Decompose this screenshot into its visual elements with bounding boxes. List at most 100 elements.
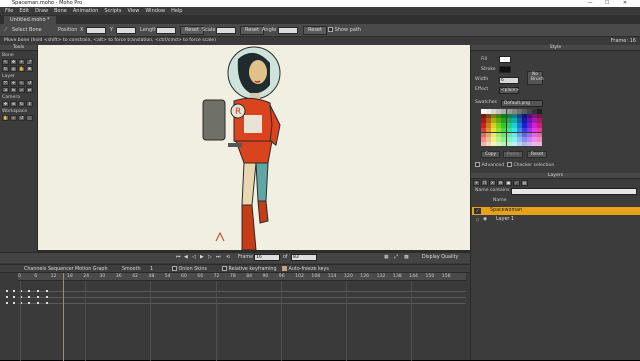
auto-freeze-toggle[interactable]: Auto-freeze keys: [282, 266, 329, 273]
flip-layer-tool-icon[interactable]: ⇋: [10, 87, 17, 93]
show-path-toggle[interactable]: Show path: [328, 27, 361, 34]
bone-strength-tool-icon[interactable]: ◎: [10, 66, 17, 72]
lock-layer-icon[interactable]: ▤: [521, 180, 528, 186]
relative-keyframing-toggle[interactable]: Relative keyframing: [222, 266, 277, 273]
shear-layer-tool-icon[interactable]: ▱: [18, 87, 25, 93]
keyframe[interactable]: [37, 296, 39, 298]
go-to-end-icon[interactable]: ⏭: [216, 255, 220, 261]
add-bone-tool-icon[interactable]: +: [18, 59, 25, 65]
width-input[interactable]: 6: [499, 77, 519, 84]
minimize-button[interactable]: —: [583, 0, 597, 7]
layer-search-input[interactable]: [511, 188, 637, 195]
menu-edit[interactable]: Edit: [19, 8, 29, 14]
go-to-start-icon[interactable]: ⏮: [176, 255, 180, 261]
grid-icon[interactable]: ▩: [404, 255, 409, 261]
keyframe[interactable]: [13, 296, 15, 298]
reset-angle-button[interactable]: Reset: [303, 26, 327, 35]
manipulate-bones-tool-icon[interactable]: ✋: [18, 66, 25, 72]
play-icon[interactable]: ▶: [200, 255, 204, 261]
rotate-bone-tool-icon[interactable]: ↻: [2, 66, 9, 72]
angle-input[interactable]: [278, 27, 298, 34]
bind-layer-tool-icon[interactable]: ⌘: [26, 66, 33, 72]
palette-swatch[interactable]: [537, 141, 543, 147]
reset-scale-button[interactable]: Reset: [240, 26, 264, 35]
rotate-layer-tool-icon[interactable]: ↺: [26, 80, 33, 86]
tab-channels[interactable]: Channels: [24, 266, 46, 273]
playhead[interactable]: [63, 273, 64, 361]
display-quality-label[interactable]: Display Quality: [422, 255, 458, 261]
stage-canvas[interactable]: R: [38, 45, 470, 251]
keyframe[interactable]: [13, 302, 15, 304]
layer-settings-icon[interactable]: ⚙: [497, 180, 504, 186]
keyframe[interactable]: [6, 290, 8, 292]
keyframe[interactable]: [28, 290, 30, 292]
menu-animation[interactable]: Animation: [73, 8, 99, 14]
swatches-select[interactable]: Default.png: [501, 100, 543, 107]
menu-bone[interactable]: Bone: [54, 8, 67, 14]
keyframe[interactable]: [6, 302, 8, 304]
reparent-bone-tool-icon[interactable]: ⤴: [26, 59, 33, 65]
rotate-workspace-tool-icon[interactable]: ↺: [18, 115, 25, 121]
orbit-workspace-tool-icon[interactable]: ◌: [26, 115, 33, 121]
select-bone-tool-icon[interactable]: ↖: [2, 59, 9, 65]
copy-style-button[interactable]: Copy: [481, 151, 501, 158]
reset-style-button[interactable]: Reset: [527, 151, 548, 158]
interpolation-value[interactable]: 1: [150, 266, 153, 273]
frame-ruler[interactable]: 0 6 12 18 24 30 36 42 48 54 60 66 72 78 84 90 96 102 108 11…: [18, 273, 466, 281]
tab-motion-graph[interactable]: Motion Graph: [75, 266, 108, 273]
menu-help[interactable]: Help: [171, 8, 182, 14]
zoom-camera-tool-icon[interactable]: ⊕: [10, 101, 17, 107]
stroke-color-swatch[interactable]: [499, 66, 511, 73]
layer-row-layer1[interactable]: ⬡ ◉ Layer 1: [472, 216, 640, 224]
keyframe[interactable]: [6, 296, 8, 298]
keyframe[interactable]: [28, 296, 30, 298]
keyframe[interactable]: [28, 302, 30, 304]
auto-freeze-checkbox[interactable]: [282, 266, 287, 271]
maximize-button[interactable]: ☐: [600, 0, 614, 7]
advanced-toggle[interactable]: Advanced: [475, 162, 504, 169]
bone-layer-icon[interactable]: ⟋: [513, 180, 520, 186]
keyframe[interactable]: [46, 302, 48, 304]
position-x-input[interactable]: [86, 27, 106, 34]
keyframe[interactable]: [13, 290, 15, 292]
reset-position-button[interactable]: Reset: [180, 26, 204, 35]
set-origin-tool-icon[interactable]: ✛: [10, 80, 17, 86]
keyframe[interactable]: [46, 296, 48, 298]
interpolation-select[interactable]: Smooth: [122, 266, 141, 273]
keyframe[interactable]: [46, 290, 48, 292]
layer-visibility-icon[interactable]: ◉: [483, 216, 487, 224]
fill-color-swatch[interactable]: [499, 56, 511, 63]
current-frame-input[interactable]: 16: [254, 254, 280, 261]
roll-camera-tool-icon[interactable]: ↻: [18, 101, 25, 107]
close-button[interactable]: ✕: [618, 0, 632, 7]
checker-selection-toggle[interactable]: Checker selection: [507, 162, 554, 169]
step-forward-icon[interactable]: ▷: [208, 255, 212, 261]
onion-skins-checkbox[interactable]: [172, 266, 177, 271]
layer-row-spacewoman[interactable]: ⟋ Spacewoman: [472, 207, 640, 215]
scale-input[interactable]: [216, 27, 236, 34]
translate-bone-tool-icon[interactable]: ✥: [10, 59, 17, 65]
menu-window[interactable]: Window: [145, 8, 165, 14]
relative-keyframing-checkbox[interactable]: [222, 266, 227, 271]
new-layer-icon[interactable]: +: [473, 180, 480, 186]
checker-selection-checkbox[interactable]: [507, 162, 512, 167]
length-input[interactable]: [156, 27, 176, 34]
delete-layer-icon[interactable]: ✕: [489, 180, 496, 186]
zoom-workspace-tool-icon[interactable]: ⌕: [10, 115, 17, 121]
menu-file[interactable]: File: [5, 8, 13, 14]
tab-sequencer[interactable]: Sequencer: [48, 266, 74, 273]
step-back-icon[interactable]: ◀: [184, 255, 188, 261]
advanced-checkbox[interactable]: [475, 162, 480, 167]
show-path-checkbox[interactable]: [328, 27, 333, 32]
group-layer-icon[interactable]: ▣: [505, 180, 512, 186]
effect-select[interactable]: <plain>: [499, 87, 519, 94]
onion-skins-toggle[interactable]: Onion Skins: [172, 266, 207, 273]
pan-tilt-camera-tool-icon[interactable]: ⇕: [26, 101, 33, 107]
keyframe[interactable]: [37, 302, 39, 304]
total-frames-input[interactable]: 83: [291, 254, 317, 261]
track-camera-tool-icon[interactable]: ✥: [2, 101, 9, 107]
pan-workspace-tool-icon[interactable]: ✋: [2, 115, 9, 121]
follow-path-tool-icon[interactable]: ∿: [18, 80, 25, 86]
scale-layer-tool-icon[interactable]: ⇲: [2, 87, 9, 93]
document-tab[interactable]: Untitled.moho *: [4, 16, 56, 24]
